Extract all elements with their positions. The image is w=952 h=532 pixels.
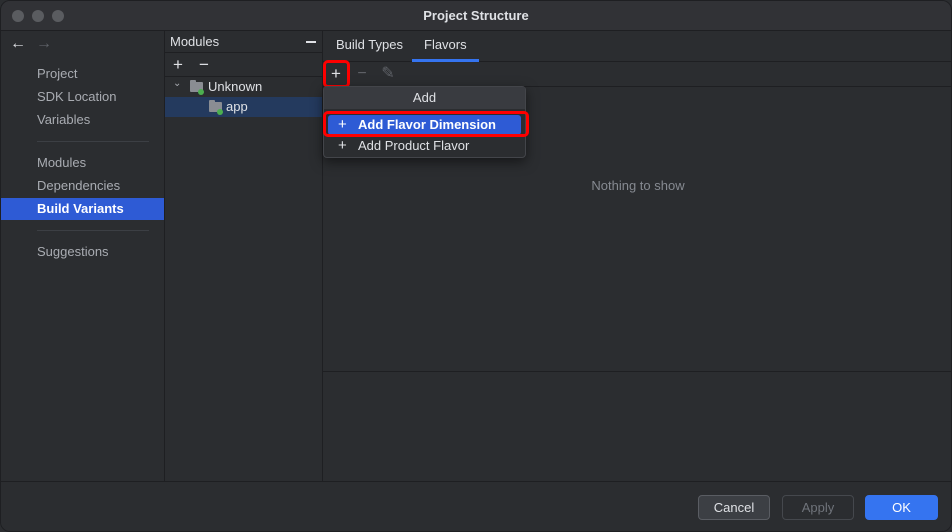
- menu-item-label: Add Product Flavor: [358, 138, 470, 153]
- apply-button[interactable]: Apply: [782, 495, 854, 520]
- flavors-toolbar: + − ✎: [323, 62, 951, 87]
- popup-title: Add: [324, 87, 525, 109]
- ok-button[interactable]: OK: [865, 495, 938, 520]
- chevron-down-icon[interactable]: ⌄: [173, 74, 185, 94]
- sidebar-divider: [37, 230, 149, 231]
- remove-button[interactable]: −: [352, 64, 372, 84]
- modules-panel: Modules + − ⌄ Unknown app: [165, 31, 323, 481]
- tree-node-app[interactable]: app: [165, 97, 322, 117]
- tab-bar: Build Types Flavors: [323, 31, 951, 62]
- sidebar-divider: [37, 141, 149, 142]
- dialog-footer: Cancel Apply OK: [1, 481, 951, 531]
- cancel-button[interactable]: Cancel: [698, 495, 770, 520]
- sidebar-item-dependencies[interactable]: Dependencies: [37, 175, 120, 197]
- remove-module-button[interactable]: −: [194, 55, 214, 75]
- sidebar-item-suggestions[interactable]: Suggestions: [37, 241, 109, 263]
- tab-flavors[interactable]: Flavors: [412, 31, 479, 62]
- add-button-highlight: [323, 60, 350, 88]
- sidebar-item-sdk-location[interactable]: SDK Location: [37, 86, 117, 108]
- tree-node-label: Unknown: [208, 79, 263, 94]
- module-status-icon: [217, 109, 223, 115]
- back-arrow-icon[interactable]: ←: [9, 35, 27, 53]
- modules-toolbar: + −: [165, 53, 322, 77]
- edit-pencil-icon[interactable]: ✎: [378, 64, 398, 84]
- tree-node-unknown[interactable]: ⌄ Unknown: [165, 77, 322, 97]
- collapse-icon[interactable]: [306, 41, 316, 43]
- add-module-button[interactable]: +: [168, 55, 188, 75]
- sidebar-item-modules[interactable]: Modules: [37, 152, 86, 174]
- sidebar-item-build-variants[interactable]: Build Variants: [1, 198, 164, 220]
- empty-state-text: Nothing to show: [591, 178, 685, 193]
- sidebar: ← → Project SDK Location Variables Modul…: [1, 31, 165, 481]
- sidebar-item-variables[interactable]: Variables: [37, 109, 90, 131]
- module-status-icon: [198, 89, 204, 95]
- forward-arrow-icon[interactable]: →: [35, 35, 53, 53]
- title-bar: Project Structure: [1, 1, 951, 31]
- tab-build-types[interactable]: Build Types: [324, 31, 415, 62]
- splitter[interactable]: [323, 371, 951, 372]
- modules-header: Modules: [165, 31, 322, 53]
- project-structure-window: Project Structure ← → Project SDK Locati…: [0, 0, 952, 532]
- menu-item-highlight: [323, 111, 529, 137]
- window-title: Project Structure: [423, 8, 529, 23]
- plus-icon: +: [338, 137, 347, 154]
- tree-node-label: app: [226, 99, 248, 114]
- menu-item-add-product-flavor[interactable]: + Add Product Flavor: [328, 136, 521, 156]
- modules-header-label: Modules: [170, 34, 220, 49]
- sidebar-item-project[interactable]: Project: [37, 63, 77, 85]
